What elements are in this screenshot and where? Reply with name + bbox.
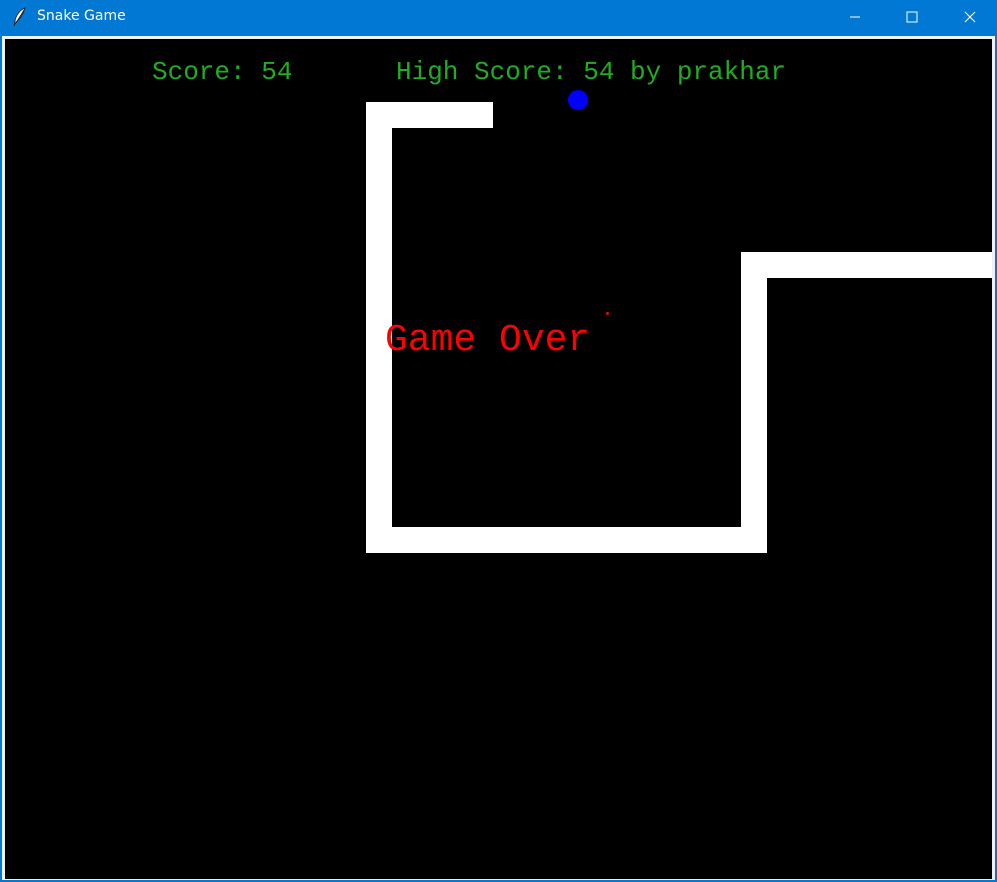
snake-segment: [366, 527, 767, 553]
title-bar[interactable]: Snake Game: [0, 0, 997, 33]
spark-dot: [606, 312, 609, 315]
snake-segment: [741, 252, 767, 553]
app-window: Snake Game Score: 54 High Score: 54 by p…: [0, 0, 997, 882]
close-button[interactable]: [941, 0, 997, 33]
food-pellet: [568, 90, 588, 110]
snake-segment: [741, 252, 992, 278]
window-client-area: Score: 54 High Score: 54 by prakhar Game…: [2, 36, 995, 880]
window-title: Snake Game: [37, 8, 126, 24]
close-icon: [964, 11, 976, 23]
game-over-text: Game Over: [385, 319, 591, 362]
score-display: Score: 54: [152, 57, 293, 87]
minimize-button[interactable]: [826, 0, 884, 33]
feather-icon: [12, 7, 28, 27]
maximize-icon: [906, 11, 918, 23]
minimize-icon: [849, 11, 861, 23]
high-score-display: High Score: 54 by prakhar: [396, 57, 787, 87]
game-canvas[interactable]: Score: 54 High Score: 54 by prakhar Game…: [5, 39, 992, 879]
maximize-button[interactable]: [883, 0, 941, 33]
